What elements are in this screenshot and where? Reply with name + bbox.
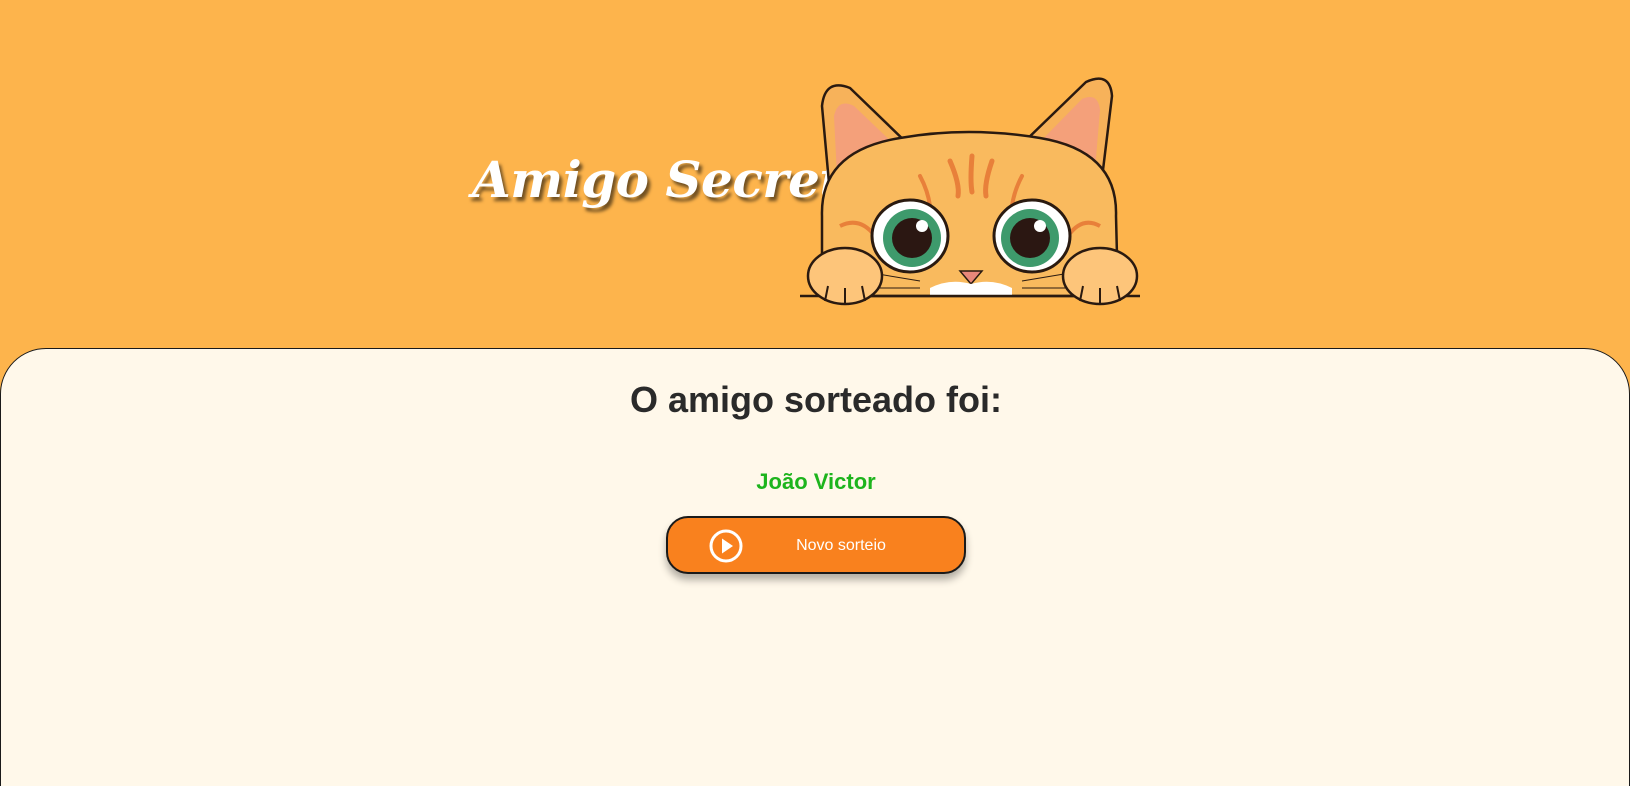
result-panel: O amigo sorteado foi: João Victor Novo s… <box>0 348 1630 786</box>
result-title: O amigo sorteado foi: <box>629 379 1003 420</box>
new-draw-label: Novo sorteio <box>796 537 886 554</box>
new-draw-button[interactable]: Novo sorteio <box>666 516 966 574</box>
cat-peeking-icon <box>800 77 1140 306</box>
drawn-friend-name: João Victor <box>756 469 876 494</box>
header: Amigo Secreto <box>0 0 1630 350</box>
play-circle-icon <box>709 529 743 563</box>
